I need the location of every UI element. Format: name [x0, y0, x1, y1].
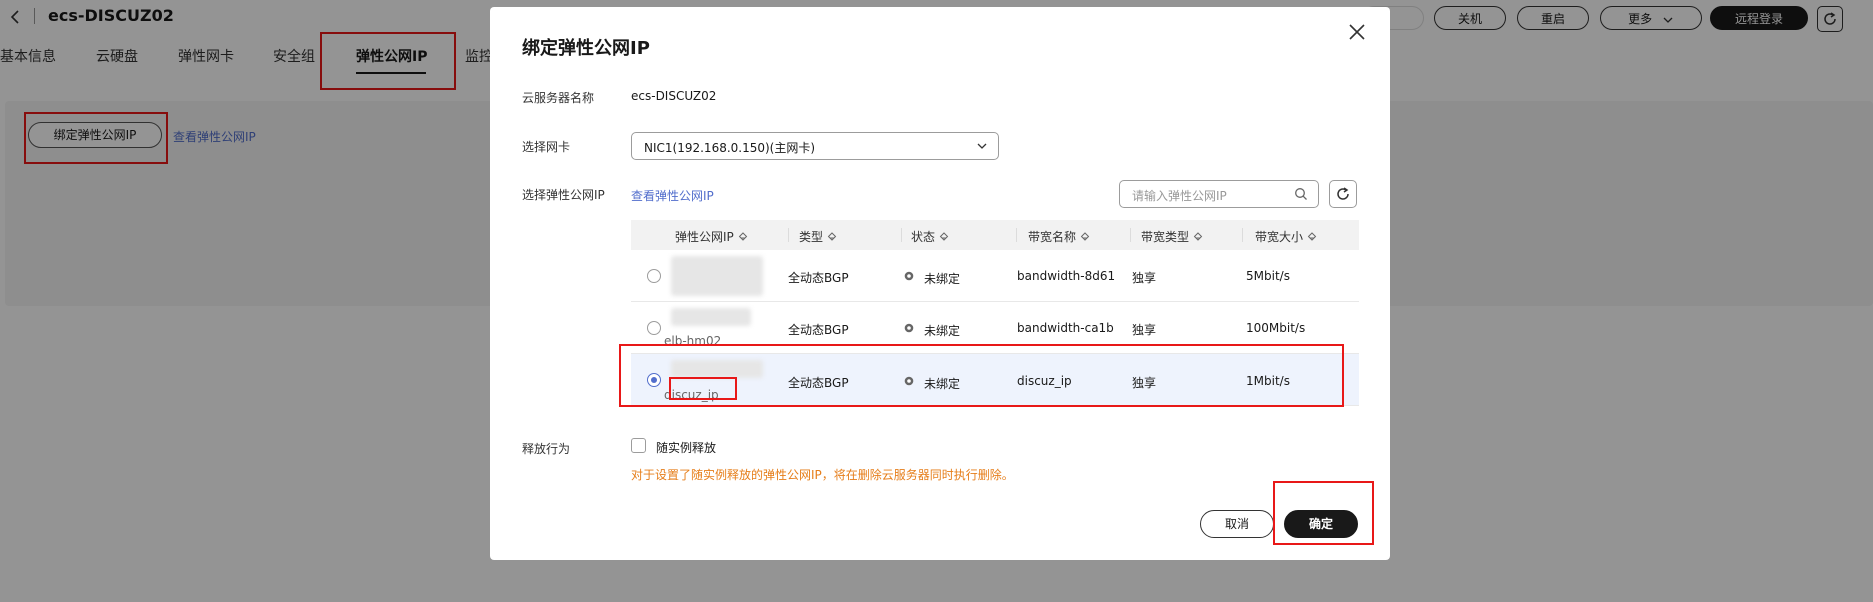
refresh-icon [1337, 187, 1349, 200]
col-type[interactable]: 类型 [799, 228, 837, 245]
dialog-title: 绑定弹性公网IP [522, 38, 650, 59]
eip-type: 全动态BGP [788, 323, 849, 337]
cancel-button[interactable]: 取消 [1200, 510, 1274, 538]
bandwidth-name: bandwidth-ca1b [1017, 321, 1114, 335]
eip-status: 未绑定 [924, 324, 961, 338]
bandwidth-size: 5Mbit/s [1246, 269, 1290, 283]
sort-icon[interactable] [738, 231, 748, 244]
nic-label: 选择网卡 [522, 140, 571, 154]
status-unbound-icon [904, 271, 914, 281]
sort-icon[interactable] [1307, 231, 1317, 244]
col-divider [1130, 228, 1131, 242]
col-bandwidth-size[interactable]: 带宽大小 [1255, 228, 1317, 245]
sort-icon[interactable] [1193, 231, 1203, 244]
close-icon[interactable] [1346, 21, 1368, 43]
nic-select[interactable]: NIC1(192.168.0.150)(主网卡) [631, 132, 999, 160]
col-status[interactable]: 状态 [911, 228, 949, 245]
sort-icon[interactable] [939, 231, 949, 244]
eip-status: 未绑定 [924, 272, 961, 286]
sort-icon[interactable] [827, 231, 837, 244]
col-divider [788, 228, 789, 242]
release-with-instance-checkbox[interactable] [631, 438, 646, 453]
eip-search-input[interactable]: 请输入弹性公网IP [1119, 180, 1319, 208]
col-bandwidth-type-label: 带宽类型 [1141, 230, 1190, 244]
eip-refresh-button[interactable] [1329, 180, 1357, 208]
redacted-ip [671, 256, 763, 296]
col-bandwidth-name[interactable]: 带宽名称 [1028, 228, 1090, 245]
release-label: 释放行为 [522, 442, 571, 456]
col-eip[interactable]: 弹性公网IP [675, 228, 748, 245]
chevron-down-icon [977, 143, 987, 149]
highlight-eip-name [669, 377, 737, 400]
sort-icon[interactable] [1080, 231, 1090, 244]
highlight-confirm-button [1273, 481, 1374, 545]
server-name-value: ecs-DISCUZ02 [631, 89, 717, 103]
col-bandwidth-size-label: 带宽大小 [1255, 230, 1304, 244]
col-bandwidth-name-label: 带宽名称 [1028, 230, 1077, 244]
server-name-label: 云服务器名称 [522, 91, 595, 105]
col-bandwidth-type[interactable]: 带宽类型 [1141, 228, 1203, 245]
table-row[interactable]: 全动态BGP 未绑定 bandwidth-8d61 独享 5Mbit/s [631, 250, 1359, 302]
bind-eip-dialog: 绑定弹性公网IP 云服务器名称 ecs-DISCUZ02 选择网卡 NIC1(1… [490, 7, 1390, 560]
row-radio[interactable] [647, 269, 661, 283]
bandwidth-name: bandwidth-8d61 [1017, 269, 1116, 283]
release-checkbox-label[interactable]: 随实例释放 [656, 439, 716, 456]
col-eip-label: 弹性公网IP [675, 230, 734, 244]
nic-select-value: NIC1(192.168.0.150)(主网卡) [644, 141, 816, 155]
eip-type: 全动态BGP [788, 271, 849, 285]
search-placeholder: 请输入弹性公网IP [1132, 189, 1227, 203]
release-warning: 对于设置了随实例释放的弹性公网IP，将在删除云服务器同时执行删除。 [631, 468, 1014, 482]
bandwidth-type: 独享 [1132, 323, 1157, 337]
redacted-ip [671, 308, 751, 326]
status-unbound-icon [904, 323, 914, 333]
col-status-label: 状态 [911, 230, 936, 244]
bandwidth-type: 独享 [1132, 271, 1157, 285]
col-divider [1016, 228, 1017, 242]
col-divider [901, 228, 902, 242]
search-icon[interactable] [1294, 187, 1308, 201]
dialog-view-eip-link[interactable]: 查看弹性公网IP [631, 187, 714, 204]
bandwidth-size: 100Mbit/s [1246, 321, 1306, 335]
col-type-label: 类型 [799, 230, 824, 244]
col-divider [1242, 228, 1243, 242]
row-radio[interactable] [647, 321, 661, 335]
eip-table-header: 弹性公网IP 类型 状态 带宽名称 带宽类型 带宽大小 [631, 220, 1359, 250]
eip-label: 选择弹性公网IP [522, 188, 605, 202]
